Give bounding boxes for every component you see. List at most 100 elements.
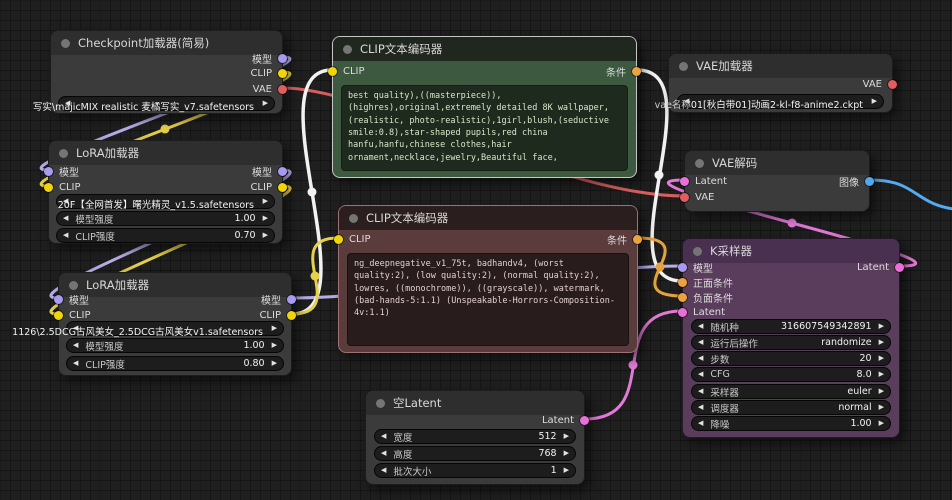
image-slot-icon[interactable]: [865, 176, 874, 186]
collapse-dot-icon[interactable]: [343, 44, 352, 54]
decrement-arrow-icon[interactable]: [698, 355, 703, 362]
decrement-arrow-icon[interactable]: [63, 232, 68, 239]
input-slot-positive[interactable]: 正面条件: [678, 275, 733, 290]
lora-name-widget[interactable]: 20F【全网首发】曙光精灵_v1.5.safetensors: [56, 194, 275, 211]
input-slot-model[interactable]: 模型: [678, 260, 713, 275]
clip-slot-icon[interactable]: [44, 182, 53, 192]
ckpt-name-widget[interactable]: 写实\majicMIX realistic 麦橘写实_v7.safetensor…: [33, 96, 275, 113]
output-slot-vae[interactable]: VAE: [863, 77, 897, 91]
increment-arrow-icon[interactable]: [263, 215, 268, 222]
conditioning-slot-icon[interactable]: [633, 234, 642, 244]
clip-slot-icon[interactable]: [278, 68, 287, 78]
output-slot-vae[interactable]: VAE: [253, 82, 287, 96]
height-widget[interactable]: 高度 768: [374, 446, 576, 461]
input-slot-latent[interactable]: Latent: [678, 305, 725, 319]
input-slot-latent[interactable]: Latent: [680, 174, 727, 188]
node-lora-loader-1[interactable]: LoRA加载器 模型 CLIP 模型 CLIP 20F【全网首发】曙光精灵_v1…: [44, 140, 287, 244]
output-slot-conditioning[interactable]: 条件: [607, 232, 642, 247]
strength-clip-widget[interactable]: CLIP强度 0.80: [66, 356, 284, 371]
steps-widget[interactable]: 步数 20: [691, 351, 891, 366]
latent-slot-icon[interactable]: [680, 176, 689, 186]
node-empty-latent[interactable]: 空Latent Latent 宽度 512 高度 768 批次大小 1: [365, 390, 589, 485]
model-slot-icon[interactable]: [54, 294, 63, 304]
model-slot-icon[interactable]: [278, 53, 287, 63]
increment-arrow-icon[interactable]: [272, 360, 277, 367]
collapse-dot-icon[interactable]: [69, 280, 78, 290]
output-slot-conditioning[interactable]: 条件: [606, 64, 641, 79]
clip-slot-icon[interactable]: [278, 182, 287, 192]
output-slot-latent[interactable]: Latent: [857, 260, 904, 274]
input-slot-negative[interactable]: 负面条件: [678, 290, 733, 305]
clip-slot-icon[interactable]: [328, 66, 337, 76]
decrement-arrow-icon[interactable]: [381, 450, 386, 457]
decrement-arrow-icon[interactable]: [73, 342, 78, 349]
output-slot-model[interactable]: 模型: [252, 51, 287, 66]
node-graph-canvas[interactable]: Checkpoint加载器(简易) 模型 CLIP VAE 写实\majicMI…: [0, 0, 952, 500]
collapse-dot-icon[interactable]: [349, 213, 358, 223]
batch-size-widget[interactable]: 批次大小 1: [374, 463, 576, 478]
decrement-arrow-icon[interactable]: [381, 467, 386, 474]
output-slot-image[interactable]: 图像: [839, 174, 874, 189]
increment-arrow-icon[interactable]: [879, 420, 884, 427]
latent-slot-icon[interactable]: [895, 262, 904, 272]
node-ksampler[interactable]: K采样器 模型 正面条件 负面条件 Latent Latent 随机种 3166…: [678, 238, 904, 438]
conditioning-slot-icon[interactable]: [678, 277, 687, 287]
positive-prompt-textarea[interactable]: best quality),((masterpiece)),(highres),…: [341, 85, 628, 171]
collapse-dot-icon[interactable]: [61, 38, 70, 48]
collapse-dot-icon[interactable]: [679, 61, 688, 71]
cfg-widget[interactable]: CFG 8.0: [691, 367, 891, 382]
vae-slot-icon[interactable]: [680, 192, 689, 202]
output-slot-clip[interactable]: CLIP: [250, 66, 287, 80]
latent-slot-icon[interactable]: [678, 307, 687, 317]
output-slot-clip[interactable]: CLIP: [259, 308, 296, 322]
prev-arrow-icon[interactable]: [698, 404, 703, 411]
increment-arrow-icon[interactable]: [564, 467, 569, 474]
node-vae-decode[interactable]: VAE解码 Latent VAE 图像: [680, 150, 874, 212]
output-slot-model[interactable]: 模型: [261, 292, 296, 307]
model-slot-icon[interactable]: [678, 262, 687, 272]
control-after-generate-widget[interactable]: 运行后操作 randomize: [691, 335, 891, 350]
increment-arrow-icon[interactable]: [564, 433, 569, 440]
scheduler-widget[interactable]: 调度器 normal: [691, 400, 891, 415]
vae-slot-icon[interactable]: [888, 79, 897, 89]
next-arrow-icon[interactable]: [879, 339, 884, 346]
increment-arrow-icon[interactable]: [564, 450, 569, 457]
conditioning-slot-icon[interactable]: [632, 66, 641, 76]
node-vae-loader[interactable]: VAE加载器 VAE vae名称01[秋白带01]动画2-kl-f8-anime…: [655, 53, 897, 113]
denoise-widget[interactable]: 降噪 1.00: [691, 416, 891, 431]
increment-arrow-icon[interactable]: [263, 232, 268, 239]
model-slot-icon[interactable]: [44, 166, 53, 176]
decrement-arrow-icon[interactable]: [63, 215, 68, 222]
node-clip-encode-negative[interactable]: CLIP文本编码器 CLIP 条件 ng_deepnegative_v1_75t…: [334, 205, 642, 353]
next-arrow-icon[interactable]: [872, 98, 877, 105]
prev-arrow-icon[interactable]: [698, 388, 703, 395]
input-slot-vae[interactable]: VAE: [680, 190, 714, 204]
latent-slot-icon[interactable]: [580, 415, 589, 425]
next-arrow-icon[interactable]: [879, 404, 884, 411]
collapse-dot-icon[interactable]: [693, 246, 702, 256]
next-arrow-icon[interactable]: [879, 388, 884, 395]
next-arrow-icon[interactable]: [263, 100, 268, 107]
node-clip-encode-positive[interactable]: CLIP文本编码器 CLIP 条件 best quality),((master…: [328, 36, 641, 178]
collapse-dot-icon[interactable]: [59, 148, 68, 158]
lora-name-widget[interactable]: 1126\2.5DCG古风美女_2.5DCG古风美女v1.safetensors: [12, 321, 284, 338]
output-slot-clip[interactable]: CLIP: [250, 180, 287, 194]
prev-arrow-icon[interactable]: [698, 339, 703, 346]
output-slot-latent[interactable]: Latent: [542, 413, 589, 427]
increment-arrow-icon[interactable]: [272, 342, 277, 349]
model-slot-icon[interactable]: [278, 166, 287, 176]
increment-arrow-icon[interactable]: [879, 323, 884, 330]
sampler-widget[interactable]: 采样器 euler: [691, 384, 891, 399]
seed-widget[interactable]: 随机种 316607549342891: [691, 319, 891, 334]
collapse-dot-icon[interactable]: [376, 398, 385, 408]
input-slot-model[interactable]: 模型: [54, 292, 89, 307]
strength-model-widget[interactable]: 模型强度 1.00: [66, 338, 284, 353]
width-widget[interactable]: 宽度 512: [374, 429, 576, 444]
input-slot-clip[interactable]: CLIP: [328, 64, 365, 78]
input-slot-clip[interactable]: CLIP: [44, 180, 81, 194]
strength-clip-widget[interactable]: CLIP强度 0.70: [56, 228, 275, 243]
negative-prompt-textarea[interactable]: ng_deepnegative_v1_75t, badhandv4, (wors…: [347, 253, 629, 346]
clip-slot-icon[interactable]: [334, 234, 343, 244]
node-lora-loader-2[interactable]: LoRA加载器 模型 CLIP 模型 CLIP 1126\2.5DCG古风美女_…: [12, 272, 296, 376]
decrement-arrow-icon[interactable]: [73, 360, 78, 367]
